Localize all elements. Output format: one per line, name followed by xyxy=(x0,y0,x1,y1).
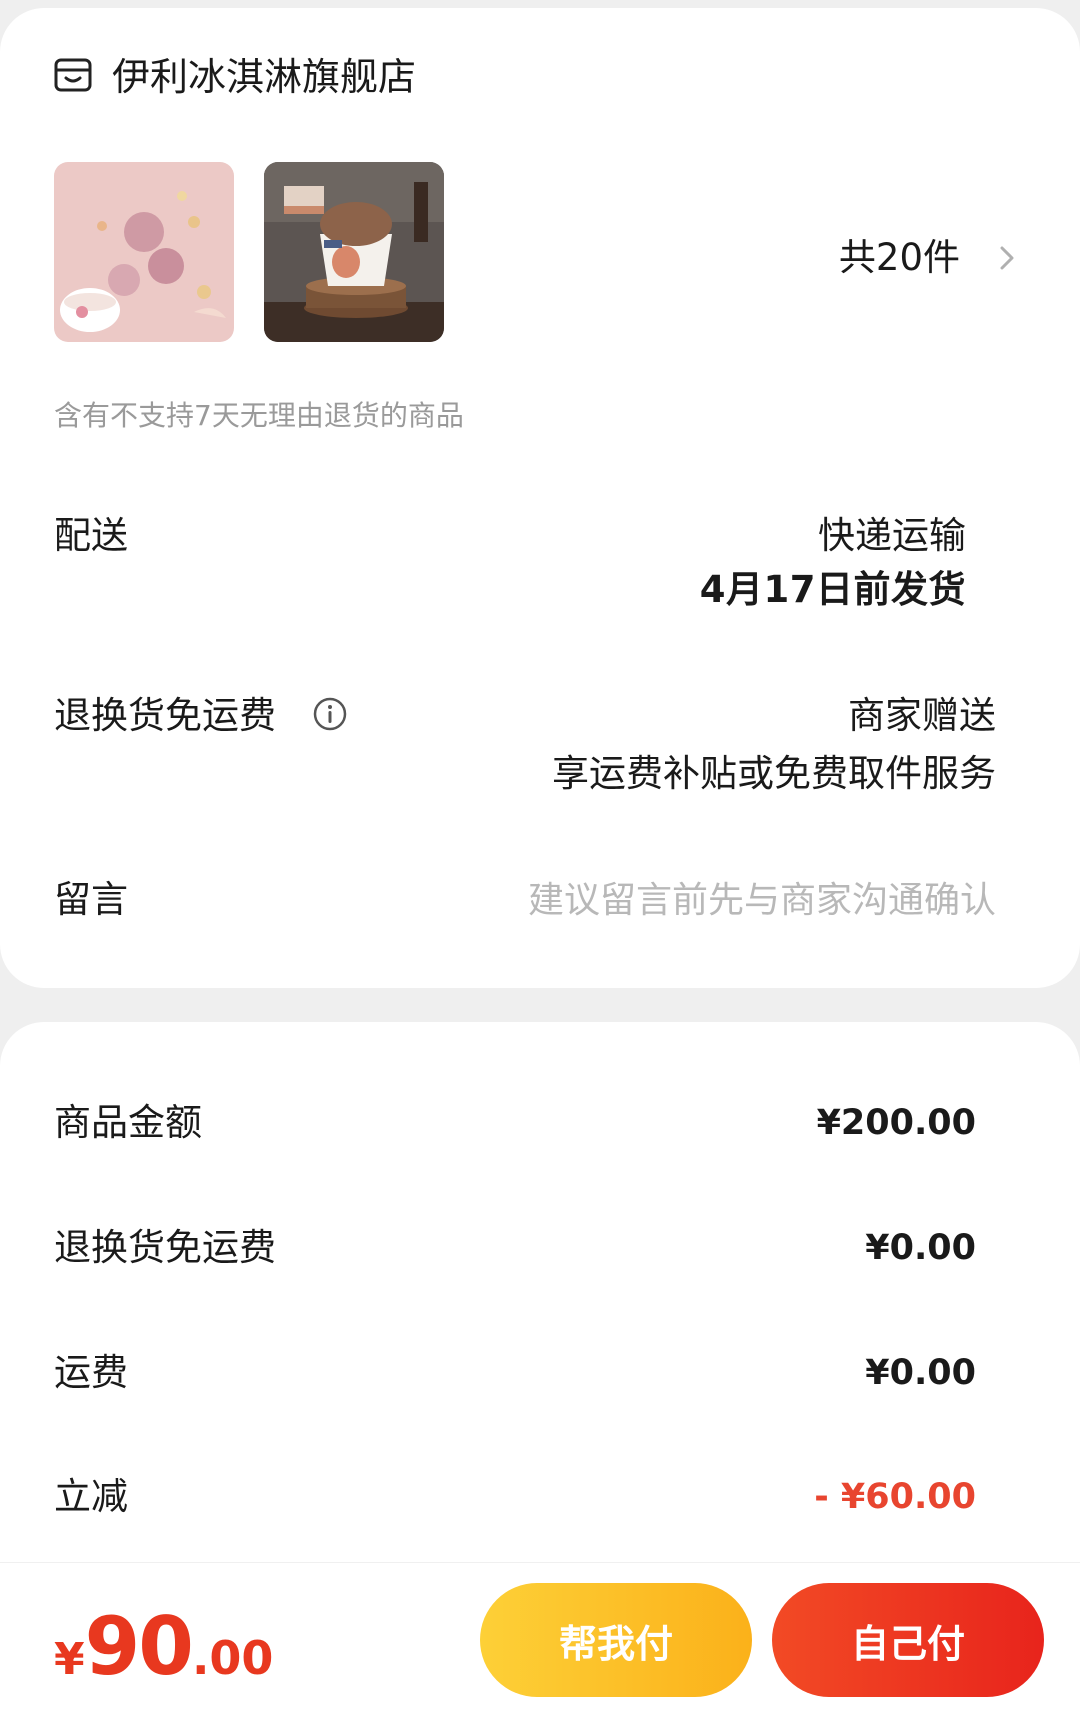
return-fee-label: 退换货免运费 xyxy=(54,1226,276,1269)
shipping-fee-label: 运费 xyxy=(54,1351,128,1394)
shipping-fee-value: ¥0.00 xyxy=(865,1353,976,1393)
item-count[interactable]: 共20件 xyxy=(839,234,960,282)
return-shipping-detail: 享运费补贴或免费取件服务 xyxy=(552,752,996,795)
product-thumbnail[interactable] xyxy=(54,162,234,342)
chevron-right-icon[interactable] xyxy=(996,234,1018,282)
total-decimal: .00 xyxy=(191,1631,274,1685)
delivery-label: 配送 xyxy=(54,514,128,557)
discount-value: - ¥60.00 xyxy=(814,1477,976,1517)
goods-amount-value: ¥200.00 xyxy=(816,1103,976,1143)
return-shipping-label: 退换货免运费 xyxy=(54,694,276,737)
help-pay-button[interactable]: 帮我付 xyxy=(480,1583,752,1697)
message-label: 留言 xyxy=(54,878,128,921)
total-currency: ¥ xyxy=(54,1634,85,1685)
self-pay-button[interactable]: 自己付 xyxy=(772,1583,1044,1697)
order-card: 伊利冰淇淋旗舰店 共20件 含有不支持7天无理由退货的商品 配送 快递运输 4月… xyxy=(0,8,1080,988)
info-icon[interactable] xyxy=(312,696,348,732)
store-name[interactable]: 伊利冰淇淋旗舰店 xyxy=(112,52,416,102)
delivery-method: 快递运输 xyxy=(818,514,966,557)
product-thumbnail[interactable] xyxy=(264,162,444,342)
delivery-date: 4月17日前发货 xyxy=(699,568,966,611)
return-policy-notice: 含有不支持7天无理由退货的商品 xyxy=(54,399,464,432)
goods-amount-label: 商品金额 xyxy=(54,1101,202,1144)
message-input[interactable] xyxy=(476,872,996,928)
return-shipping-value: 商家赠送 xyxy=(848,694,996,737)
checkout-bar: ¥90.00 帮我付 自己付 xyxy=(0,1562,1080,1713)
total-price: ¥90.00 xyxy=(54,1607,273,1709)
discount-label: 立减 xyxy=(54,1475,128,1518)
return-fee-value: ¥0.00 xyxy=(865,1228,976,1268)
shop-icon xyxy=(54,56,92,94)
total-integer: 90 xyxy=(84,1600,194,1693)
